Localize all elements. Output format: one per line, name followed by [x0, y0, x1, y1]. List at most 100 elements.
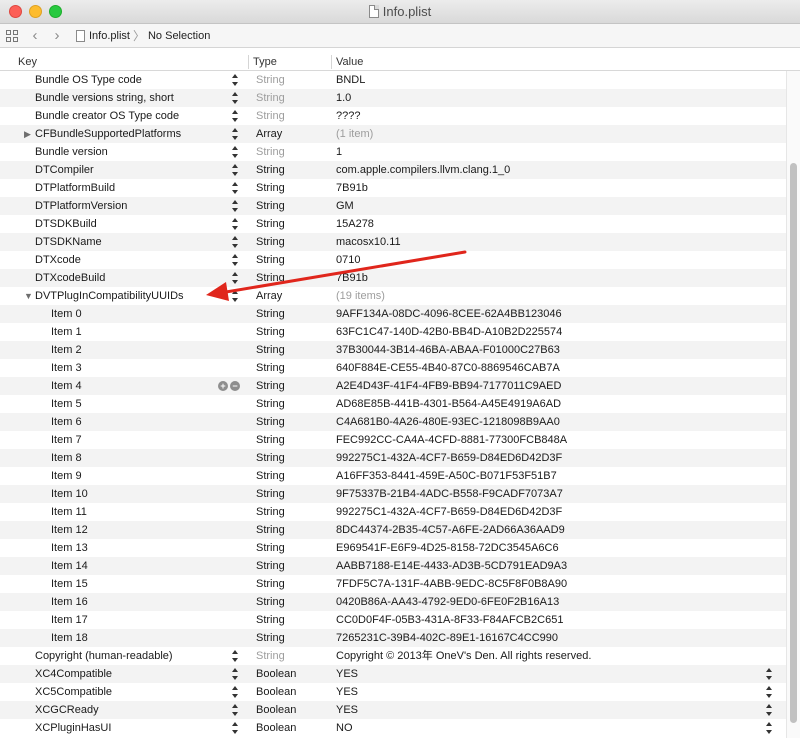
row-key[interactable]: Item 15 [51, 575, 88, 593]
row-value[interactable]: 7B91b [336, 269, 368, 287]
row-value[interactable]: 1.0 [336, 89, 351, 107]
row-value[interactable]: A16FF353-8441-459E-A50C-B071F53F51B7 [336, 467, 557, 485]
row-type[interactable]: String [256, 629, 285, 647]
disclosure-triangle-icon[interactable]: ▼ [24, 287, 33, 305]
type-stepper-icon[interactable] [231, 182, 239, 194]
array-item-row[interactable]: Item 11 String 992275C1-432A-4CF7-B659-D84… [0, 503, 786, 521]
row-key[interactable]: Item 3 [51, 359, 82, 377]
row-value[interactable]: AD68E85B-441B-4301-B564-A45E4919A6AD [336, 395, 561, 413]
row-value[interactable]: 0420B86A-AA43-4792-9ED0-6FE0F2B16A13 [336, 593, 559, 611]
row-value[interactable]: (19 items) [336, 287, 385, 305]
plist-row[interactable]: ▼ DVTPlugInCompatibilityUUIDs Array (19 ite… [0, 287, 786, 305]
remove-icon[interactable]: − [230, 381, 240, 391]
type-stepper-icon[interactable] [231, 146, 239, 158]
row-value[interactable]: (1 item) [336, 125, 373, 143]
array-item-row[interactable]: Item 16 String 0420B86A-AA43-4792-9ED0-6FE… [0, 593, 786, 611]
row-key[interactable]: Item 17 [51, 611, 88, 629]
row-key[interactable]: DTCompiler [35, 161, 94, 179]
row-type[interactable]: String [256, 521, 285, 539]
row-value[interactable]: 63FC1C47-140D-42B0-BB4D-A10B2D225574 [336, 323, 562, 341]
row-key[interactable]: Bundle versions string, short [35, 89, 174, 107]
array-item-row[interactable]: Item 0 String 9AFF134A-08DC-4096-8CEE-62A4… [0, 305, 786, 323]
row-type[interactable]: String [256, 575, 285, 593]
row-type[interactable]: String [256, 467, 285, 485]
row-key[interactable]: DVTPlugInCompatibilityUUIDs [35, 287, 184, 305]
row-value[interactable]: A2E4D43F-41F4-4FB9-BB94-7177011C9AED [336, 377, 561, 395]
vertical-scrollbar[interactable] [786, 71, 800, 738]
column-value[interactable]: Value [336, 56, 363, 68]
row-value[interactable]: Copyright © 2013年 OneV's Den. All rights… [336, 647, 591, 665]
row-value[interactable]: 992275C1-432A-4CF7-B659-D84ED6D42D3F [336, 449, 562, 467]
plist-row[interactable]: XCPluginHasUI Boolean NO [0, 719, 786, 737]
plist-row[interactable]: Bundle versions string, short String 1.0 [0, 89, 786, 107]
row-value[interactable]: NO [336, 719, 353, 737]
row-type[interactable]: Boolean [256, 683, 296, 701]
row-type[interactable]: String [256, 377, 285, 395]
type-stepper-icon[interactable] [231, 686, 239, 698]
value-stepper-icon[interactable] [765, 704, 773, 716]
plist-row[interactable]: DTSDKName String macosx10.11 [0, 233, 786, 251]
row-value[interactable]: 992275C1-432A-4CF7-B659-D84ED6D42D3F [336, 503, 562, 521]
row-value[interactable]: 7FDF5C7A-131F-4ABB-9EDC-8C5F8F0B8A90 [336, 575, 567, 593]
value-stepper-icon[interactable] [765, 722, 773, 734]
plist-row[interactable]: XC4Compatible Boolean YES [0, 665, 786, 683]
array-item-row[interactable]: Item 18 String 7265231C-39B4-402C-89E1-161… [0, 629, 786, 647]
back-arrow-icon[interactable]: ‹ [30, 27, 40, 44]
array-item-row[interactable]: Item 15 String 7FDF5C7A-131F-4ABB-9EDC-8C5… [0, 575, 786, 593]
array-item-row[interactable]: Item 5 String AD68E85B-441B-4301-B564-A45E… [0, 395, 786, 413]
array-item-row[interactable]: Item 1 String 63FC1C47-140D-42B0-BB4D-A10B… [0, 323, 786, 341]
row-key[interactable]: Item 6 [51, 413, 82, 431]
scrollbar-thumb[interactable] [790, 163, 797, 723]
forward-arrow-icon[interactable]: › [52, 27, 62, 44]
column-divider[interactable] [331, 55, 332, 69]
row-type[interactable]: String [256, 143, 285, 161]
type-stepper-icon[interactable] [231, 236, 239, 248]
row-type[interactable]: String [256, 233, 285, 251]
plist-row[interactable]: DTXcodeBuild String 7B91b [0, 269, 786, 287]
row-value[interactable]: macosx10.11 [336, 233, 401, 251]
row-type[interactable]: String [256, 593, 285, 611]
row-key[interactable]: XCPluginHasUI [35, 719, 111, 737]
column-key[interactable]: Key [18, 56, 37, 68]
row-type[interactable]: String [256, 197, 285, 215]
type-stepper-icon[interactable] [231, 722, 239, 734]
row-type[interactable]: String [256, 485, 285, 503]
type-stepper-icon[interactable] [231, 254, 239, 266]
row-key[interactable]: Item 13 [51, 539, 88, 557]
row-value[interactable]: BNDL [336, 71, 365, 89]
row-type[interactable]: String [256, 251, 285, 269]
array-item-row[interactable]: Item 7 String FEC992CC-CA4A-4CFD-8881-7730… [0, 431, 786, 449]
row-value[interactable]: FEC992CC-CA4A-4CFD-8881-77300FCB848A [336, 431, 567, 449]
row-key[interactable]: CFBundleSupportedPlatforms [35, 125, 181, 143]
disclosure-triangle-icon[interactable]: ▶ [24, 125, 31, 143]
value-stepper-icon[interactable] [765, 668, 773, 680]
row-value[interactable]: 9F75337B-21B4-4ADC-B558-F9CADF7073A7 [336, 485, 563, 503]
array-item-row[interactable]: Item 14 String AABB7188-E14E-4433-AD3B-5CD… [0, 557, 786, 575]
array-item-row[interactable]: Item 2 String 37B30044-3B14-46BA-ABAA-F010… [0, 341, 786, 359]
row-type[interactable]: String [256, 413, 285, 431]
row-value[interactable]: E969541F-E6F9-4D25-8158-72DC3545A6C6 [336, 539, 559, 557]
row-type[interactable]: String [256, 503, 285, 521]
type-stepper-icon[interactable] [231, 650, 239, 662]
row-type[interactable]: String [256, 431, 285, 449]
row-value[interactable]: AABB7188-E14E-4433-AD3B-5CD791EAD9A3 [336, 557, 567, 575]
grid-icon[interactable] [6, 29, 18, 42]
row-key[interactable]: Copyright (human-readable) [35, 647, 173, 665]
type-stepper-icon[interactable] [231, 200, 239, 212]
row-key[interactable]: Item 7 [51, 431, 82, 449]
row-key[interactable]: DTSDKBuild [35, 215, 97, 233]
add-icon[interactable]: + [218, 381, 228, 391]
plist-row[interactable]: DTXcode String 0710 [0, 251, 786, 269]
type-stepper-icon[interactable] [231, 668, 239, 680]
array-item-row[interactable]: Item 17 String CC0D0F4F-05B3-431A-8F33-F84… [0, 611, 786, 629]
row-type[interactable]: Boolean [256, 719, 296, 737]
row-value[interactable]: C4A681B0-4A26-480E-93EC-1218098B9AA0 [336, 413, 560, 431]
row-key[interactable]: DTXcode [35, 251, 81, 269]
row-value[interactable]: ???? [336, 107, 360, 125]
type-stepper-icon[interactable] [231, 704, 239, 716]
row-type[interactable]: String [256, 449, 285, 467]
row-key[interactable]: XCGCReady [35, 701, 99, 719]
row-key[interactable]: Item 18 [51, 629, 88, 647]
row-value[interactable]: 9AFF134A-08DC-4096-8CEE-62A4BB123046 [336, 305, 562, 323]
row-type[interactable]: String [256, 179, 285, 197]
